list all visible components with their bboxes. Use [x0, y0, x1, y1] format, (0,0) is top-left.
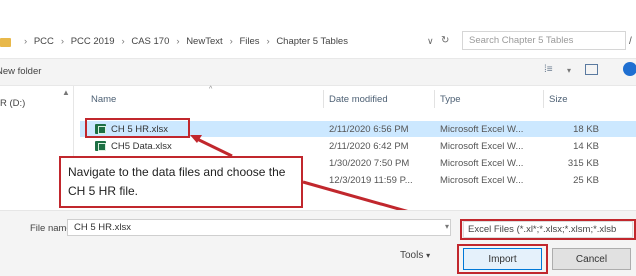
highlight-file-type	[460, 219, 636, 240]
instruction-callout: Navigate to the data files and choose th…	[59, 156, 303, 208]
file-name-field[interactable]	[67, 219, 451, 236]
tools-label: Tools	[400, 250, 424, 261]
chevron-down-icon[interactable]: ▾	[445, 222, 449, 231]
file-name-input[interactable]	[68, 220, 450, 235]
tools-menu[interactable]: Tools ▾	[400, 250, 430, 261]
highlight-import	[457, 244, 548, 274]
chevron-down-icon: ▾	[426, 251, 431, 260]
highlight-selected-file	[85, 118, 190, 138]
arrow-to-file	[194, 136, 233, 158]
cancel-button[interactable]: Cancel	[552, 248, 631, 270]
